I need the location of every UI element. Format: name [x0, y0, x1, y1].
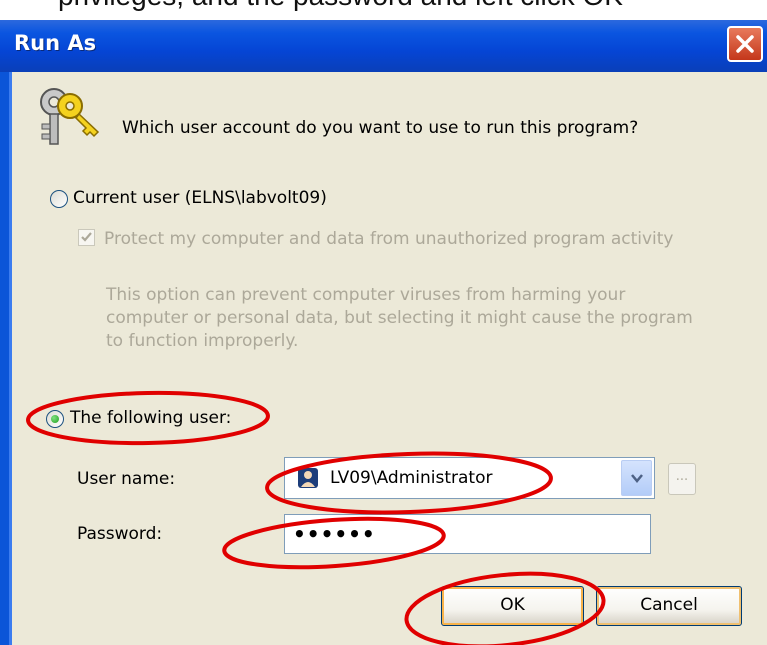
user-icon — [298, 468, 318, 488]
radio-selected-dot — [51, 415, 59, 423]
close-icon — [736, 35, 754, 53]
cancel-button[interactable]: Cancel — [596, 586, 742, 626]
description-line-1: This option can prevent computer viruses… — [106, 285, 626, 305]
close-button[interactable] — [727, 26, 763, 62]
description-line-2: computer or personal data, but selecting… — [106, 308, 693, 328]
following-user-radio[interactable] — [46, 410, 64, 428]
protect-label[interactable]: Protect my computer and data from unauth… — [104, 229, 673, 249]
current-user-radio[interactable] — [50, 190, 68, 208]
ok-button[interactable]: OK — [441, 586, 584, 626]
dropdown-button[interactable] — [621, 460, 652, 496]
checkmark-icon — [81, 232, 92, 242]
user-name-combobox[interactable]: LV09\Administrator — [284, 457, 655, 499]
window-frame — [0, 72, 12, 645]
password-field[interactable]: •••••• — [284, 514, 651, 554]
current-user-label[interactable]: Current user (ELNS\labvolt09) — [73, 188, 327, 208]
prompt-text: Which user account do you want to use to… — [122, 118, 639, 138]
password-value: •••••• — [293, 522, 376, 546]
description-line-3: to function improperly. — [106, 331, 299, 351]
keys-icon — [40, 88, 100, 145]
following-user-label[interactable]: The following user: — [70, 408, 231, 428]
protect-checkbox[interactable] — [78, 229, 95, 246]
dialog-body — [0, 72, 767, 645]
user-name-label: User name: — [77, 469, 176, 489]
tutorial-caption: privileges, and the password and left cl… — [58, 0, 623, 12]
title-bar[interactable]: Run As — [0, 20, 767, 72]
user-name-value: LV09\Administrator — [330, 468, 493, 488]
window-title: Run As — [14, 31, 97, 55]
chevron-down-icon — [631, 474, 643, 483]
browse-button[interactable]: ... — [668, 463, 696, 495]
password-label: Password: — [77, 524, 163, 544]
